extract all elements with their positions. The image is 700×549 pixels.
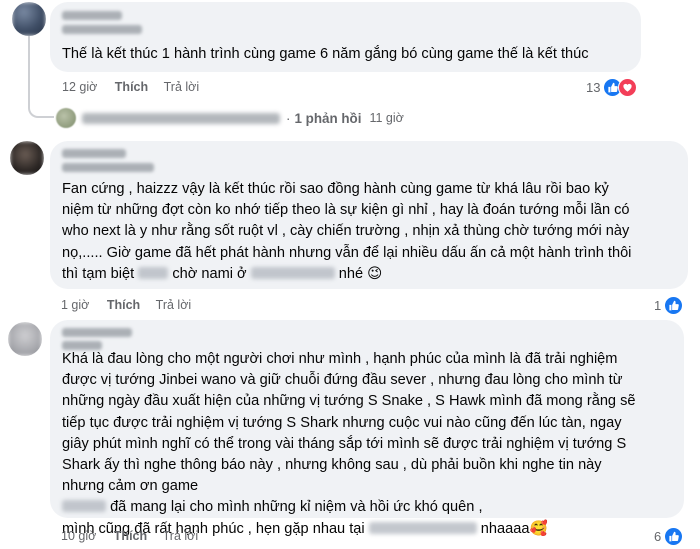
redacted-text: [250, 266, 335, 279]
comment-2-line-5-b: chờ nami ở: [172, 265, 247, 282]
comment-1-author-name[interactable]: [62, 11, 122, 20]
like-reaction-icon: [664, 527, 684, 546]
comment-3-time[interactable]: 10 giờ: [61, 529, 96, 543]
comment-2-reactions[interactable]: 1: [654, 296, 684, 315]
comment-2-line-3: who next là y như rằng sốt ruột vl , cày…: [62, 223, 630, 240]
comment-1-meta: 12 giờ Thích Trả lời: [62, 80, 199, 94]
comment-1-avatar[interactable]: [12, 2, 46, 36]
comment-3-line-8: đã mang lại cho mình những kỉ niệm và hồ…: [62, 497, 636, 518]
comment-1-bubble: Thế là kết thúc 1 hành trình cùng game 6…: [50, 2, 641, 72]
comment-2-author-subline: [62, 163, 154, 172]
replier-names: [82, 112, 280, 124]
replies-count-label[interactable]: 1 phản hồi: [294, 111, 361, 126]
reply-thread-connector: [28, 36, 54, 118]
comment-2-reaction-count: 1: [654, 298, 662, 313]
comment-2-like-button[interactable]: Thích: [107, 298, 140, 312]
view-replies-link[interactable]: · 1 phản hồi 11 giờ: [56, 108, 404, 128]
comment-3-reaction-count: 6: [654, 529, 662, 544]
comment-1-reactions[interactable]: 13: [586, 78, 638, 97]
comment-3-author-name[interactable]: [62, 328, 132, 337]
comment-2-author-name[interactable]: [62, 149, 126, 158]
comment-2-time[interactable]: 1 giờ: [61, 298, 89, 312]
comment-1-like-button[interactable]: Thích: [115, 80, 148, 94]
comment-3-avatar[interactable]: [8, 322, 42, 356]
replies-time: 11 giờ: [369, 111, 404, 125]
comment-2-line-5-a: thì tạm biệt: [62, 265, 135, 282]
comment-2-line-5: thì tạm biệt chờ nami ở nhé 😉: [62, 264, 631, 285]
comment-3-line-5: giây phút mình nghĩ có thể trong vài thá…: [62, 435, 627, 452]
comment-3-line-8-text: đã mang lại cho mình những kỉ niệm và hồ…: [110, 499, 483, 516]
comment-1-reaction-count: 13: [586, 80, 601, 95]
like-reaction-icon: [664, 296, 684, 315]
comment-2-line-1: Fan cứng , haizzz vậy là kết thúc rồi sa…: [62, 181, 609, 197]
redacted-text: [368, 521, 477, 534]
love-reaction-icon: [618, 78, 638, 97]
comment-3-line-7: nhưng cảm ơn game: [62, 478, 199, 495]
comment-2-line-2: niệm từ những đợt còn ko nhớ tiếp theo l…: [62, 202, 630, 219]
comment-2-text: Fan cứng , haizzz vậy là kết thúc rồi sa…: [62, 179, 631, 285]
comment-3-line-6: Shark ấy thì nghe thông báo này , nhưng …: [62, 457, 602, 474]
comment-1-author-subline: [62, 25, 142, 34]
redacted-text: [62, 500, 106, 513]
comment-2-line-5-c: nhé 😉: [338, 265, 383, 282]
replies-separator: ·: [286, 110, 291, 126]
replier-avatar: [56, 108, 76, 128]
comment-3-like-button[interactable]: Thích: [114, 529, 147, 543]
comment-3-line-3: những ngày đầu xuất hiện của những vị tư…: [62, 393, 636, 410]
comment-3-line-2: được vị tướng Jinbei wano và giữ chuỗi đ…: [62, 372, 623, 389]
comment-2-meta: 1 giờ Thích Trả lời: [61, 298, 191, 312]
comment-3-meta: 10 giờ Thích Trả lời: [61, 529, 198, 543]
comment-3-reply-button[interactable]: Trả lời: [163, 529, 199, 543]
comment-3-line-1: Khá là đau lòng cho một người chơi như m…: [62, 351, 618, 367]
comment-3-reactions[interactable]: 6: [654, 527, 684, 546]
redacted-text: [138, 266, 169, 279]
comment-3-line-4: tiếp tục được trải nghiệm vị tướng S Sha…: [62, 414, 622, 431]
comment-2-bubble: Fan cứng , haizzz vậy là kết thúc rồi sa…: [50, 141, 688, 289]
comment-2-reply-button[interactable]: Trả lời: [156, 298, 192, 312]
comment-3-text: Khá là đau lòng cho một người chơi như m…: [62, 349, 636, 540]
comment-3-bubble: Khá là đau lòng cho một người chơi như m…: [50, 320, 684, 537]
comment-1-time[interactable]: 12 giờ: [62, 80, 97, 94]
comment-1-text: Thế là kết thúc 1 hành trình cùng game 6…: [62, 44, 589, 65]
comment-1-line-1: Thế là kết thúc 1 hành trình cùng game 6…: [62, 46, 589, 62]
comment-2-line-4: nọ,..... Giờ game đã hết phát hành nhưng…: [62, 244, 632, 261]
comment-2-avatar[interactable]: [10, 141, 44, 175]
comment-3-line-9-b: nhaaaa🥰: [480, 520, 548, 537]
comment-1-reply-button[interactable]: Trả lời: [164, 80, 200, 94]
